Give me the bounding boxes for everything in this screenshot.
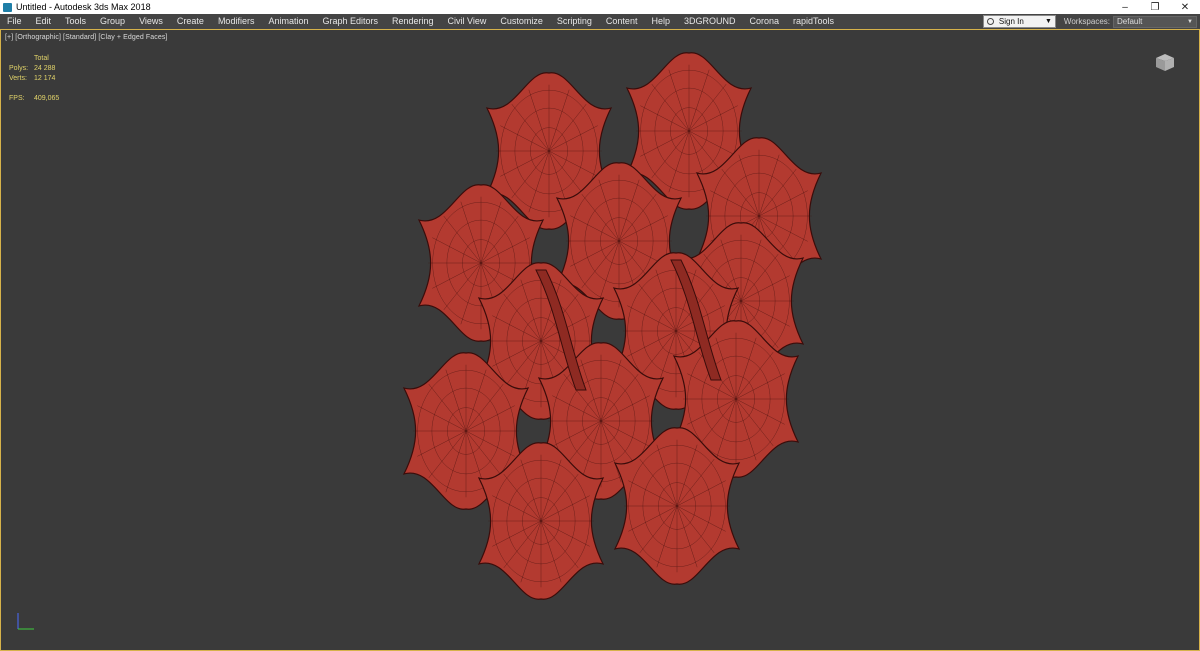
fps-label: FPS: <box>9 95 25 102</box>
menu-item-create[interactable]: Create <box>170 14 211 29</box>
menu-item-civil-view[interactable]: Civil View <box>441 14 494 29</box>
caret-down-icon: ▼ <box>1044 18 1052 25</box>
polys-value: 24 288 <box>34 65 56 72</box>
menu-item-customize[interactable]: Customize <box>493 14 550 29</box>
close-button[interactable]: ✕ <box>1170 0 1200 14</box>
title-bar: Untitled - Autodesk 3ds Max 2018 – ❐ ✕ <box>0 0 1200 14</box>
menu-item-file[interactable]: File <box>0 14 29 29</box>
mesh-scene[interactable] <box>1 30 1199 650</box>
sign-in-label: Sign In <box>998 17 1024 26</box>
axis-tripod-icon <box>17 613 34 630</box>
polys-label: Polys: <box>9 65 29 72</box>
workspaces-select[interactable]: Default ▼ <box>1113 15 1197 28</box>
menu-item-rapidtools[interactable]: rapidTools <box>786 14 841 29</box>
fps-value: 409,065 <box>34 95 60 102</box>
viewport-label[interactable]: [+] [Orthographic] [Standard] [Clay + Ed… <box>5 34 167 41</box>
menu-item-rendering[interactable]: Rendering <box>385 14 441 29</box>
window-title: Untitled - Autodesk 3ds Max 2018 <box>16 2 151 12</box>
sign-in-dropdown[interactable]: Sign In ▼ <box>982 15 1056 28</box>
verts-value: 12 174 <box>34 75 56 82</box>
statistics-overlay: Total Polys: 24 288 Verts: 12 174 FPS: 409,… <box>9 54 59 104</box>
viewport-perspective[interactable]: [+] [Orthographic] [Standard] [Clay + Ed… <box>0 29 1200 651</box>
menu-item-help[interactable]: Help <box>644 14 677 29</box>
stats-header: Total <box>34 55 49 62</box>
viewport-menu-plus[interactable]: [+] <box>5 34 13 41</box>
caret-down-icon: ▼ <box>1187 18 1193 25</box>
user-icon <box>986 18 994 25</box>
menu-items: File Edit Tools Group Views Create Modifiers An… <box>0 14 841 29</box>
menu-item-modifiers[interactable]: Modifiers <box>211 14 262 29</box>
viewport-style-menu[interactable]: [Clay + Edged Faces] <box>98 34 167 41</box>
menu-item-corona[interactable]: Corona <box>742 14 786 29</box>
workspaces-label: Workspaces: <box>1063 17 1110 26</box>
menu-item-tools[interactable]: Tools <box>58 14 93 29</box>
viewport-shading-menu[interactable]: [Standard] <box>63 34 96 41</box>
menu-item-edit[interactable]: Edit <box>29 14 59 29</box>
menu-item-views[interactable]: Views <box>132 14 170 29</box>
menu-item-group[interactable]: Group <box>93 14 132 29</box>
menu-item-content[interactable]: Content <box>599 14 645 29</box>
menu-item-scripting[interactable]: Scripting <box>550 14 599 29</box>
menu-item-graph-editors[interactable]: Graph Editors <box>315 14 385 29</box>
workspaces-value: Default <box>1117 17 1143 26</box>
menu-bar: File Edit Tools Group Views Create Modifiers An… <box>0 14 1200 29</box>
restore-button[interactable]: ❐ <box>1140 0 1170 14</box>
menu-item-animation[interactable]: Animation <box>261 14 315 29</box>
app-icon <box>3 2 12 12</box>
verts-label: Verts: <box>9 75 27 82</box>
viewport-view-menu[interactable]: [Orthographic] <box>15 34 61 41</box>
menu-item-3dground[interactable]: 3DGROUND <box>677 14 743 29</box>
minimize-button[interactable]: – <box>1110 0 1140 14</box>
viewcube-icon[interactable] <box>1153 52 1177 72</box>
